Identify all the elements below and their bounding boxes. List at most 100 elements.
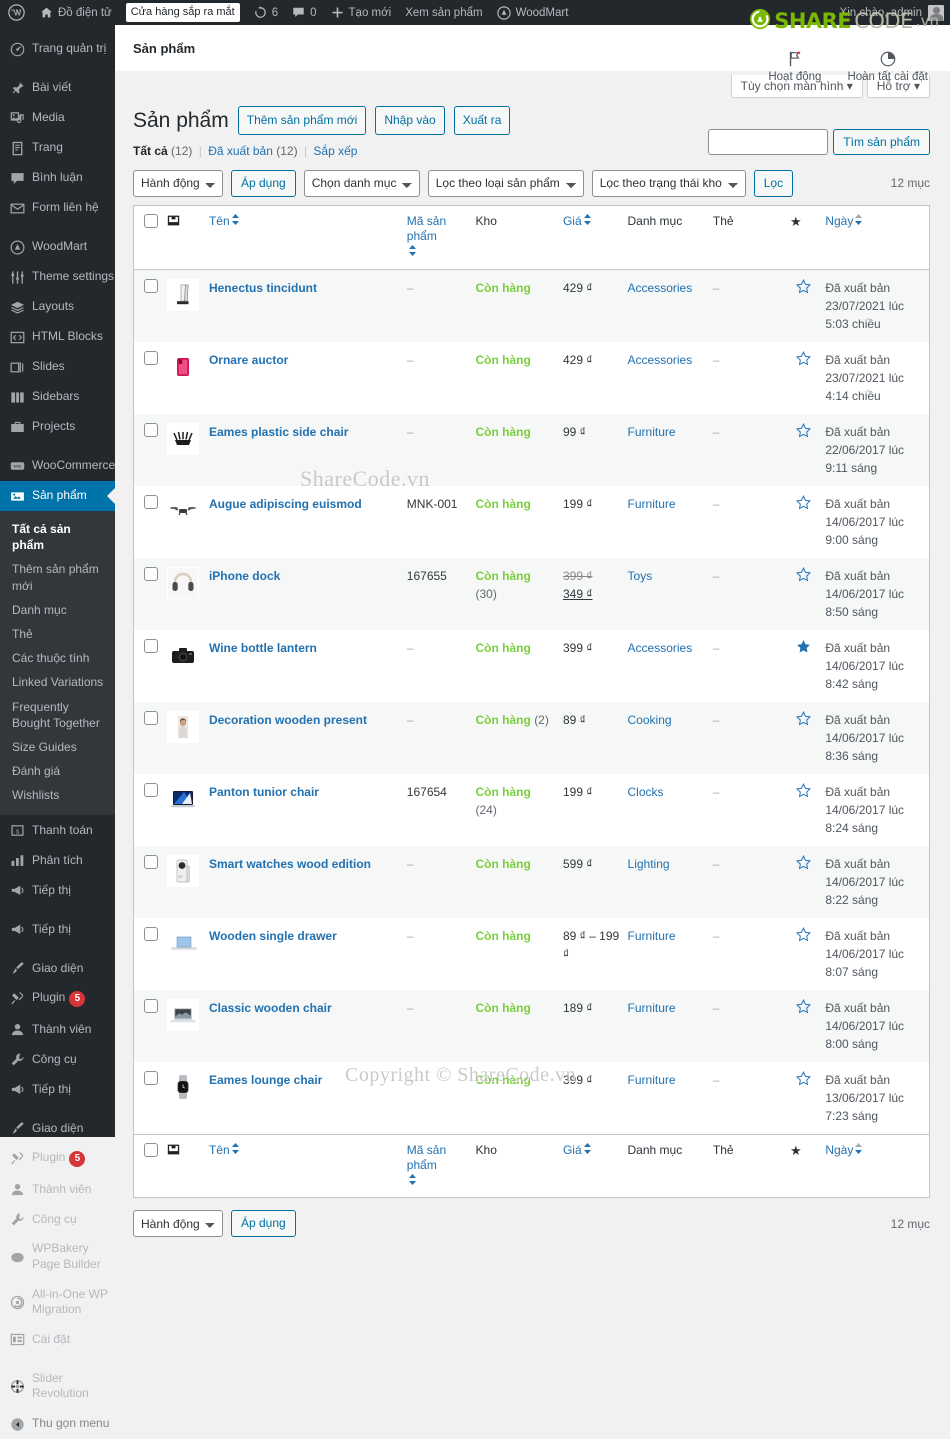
sidebar-item-woodmart[interactable]: WoodMart — [0, 232, 115, 262]
sidebar-item-all-in-one-wp-migration[interactable]: All-in-One WP Migration — [0, 1280, 115, 1325]
submenu-item-wishlists[interactable]: Wishlists — [0, 783, 115, 807]
featured-star-icon[interactable] — [796, 494, 812, 513]
date-header[interactable]: Ngày — [825, 205, 930, 270]
coming-soon-badge[interactable]: Cửa hàng sắp ra mắt — [119, 0, 247, 25]
submenu-item-add-new[interactable]: Thêm sản phẩm mới — [0, 557, 115, 597]
sidebar-item-posts[interactable]: Bài viết — [0, 73, 115, 103]
sidebar-item-marketing-2[interactable]: Tiếp thị — [0, 914, 115, 944]
product-name-link[interactable]: Eames plastic side chair — [209, 425, 348, 439]
sku-header[interactable]: Mã sản phẩm — [406, 205, 476, 270]
product-name-link[interactable]: Ornare auctor — [209, 353, 288, 367]
sidebar-item-appearance-2[interactable]: Giao diện — [0, 1113, 115, 1143]
sidebar-item-products[interactable]: Sản phẩm — [0, 481, 115, 511]
sidebar-item-plugins-1[interactable]: Plugin 5 — [0, 983, 115, 1014]
sidebar-item-media[interactable]: Media — [0, 103, 115, 133]
apply-bulk-action-bottom[interactable]: Áp dụng — [231, 1210, 296, 1238]
sidebar-item-layouts[interactable]: Layouts — [0, 292, 115, 322]
sidebar-item-tools-1[interactable]: Công cụ — [0, 1044, 115, 1074]
submenu-item-linked-variations[interactable]: Linked Variations — [0, 670, 115, 694]
category-link[interactable]: Accessories — [628, 641, 693, 655]
product-name-link[interactable]: Henectus tincidunt — [209, 281, 317, 295]
price-header[interactable]: Giá — [562, 205, 628, 270]
featured-star-icon-active[interactable] — [796, 639, 811, 657]
wp-logo-button[interactable] — [0, 0, 33, 25]
row-checkbox[interactable] — [144, 998, 158, 1013]
row-checkbox[interactable] — [144, 782, 158, 797]
row-checkbox[interactable] — [144, 710, 158, 725]
price-footer[interactable]: Giá — [562, 1134, 628, 1198]
import-button[interactable]: Nhập vào — [375, 106, 445, 135]
product-name-link[interactable]: Wooden single drawer — [209, 929, 337, 943]
sidebar-item-plugins-2[interactable]: Plugin 5 — [0, 1143, 115, 1174]
row-checkbox[interactable] — [144, 350, 158, 365]
featured-star-icon[interactable] — [796, 350, 812, 369]
category-link[interactable]: Accessories — [628, 353, 693, 367]
woodmart-menu[interactable]: WoodMart — [490, 0, 576, 25]
sidebar-item-comments[interactable]: Bình luận — [0, 163, 115, 193]
sidebar-item-tools-2[interactable]: Công cụ — [0, 1204, 115, 1234]
select-all-checkbox-top[interactable] — [144, 213, 158, 228]
sidebar-item-marketing-1[interactable]: Tiếp thị — [0, 875, 115, 905]
product-name-link[interactable]: Eames lounge chair — [209, 1073, 322, 1087]
name-footer[interactable]: Tên — [208, 1134, 407, 1198]
row-checkbox[interactable] — [144, 566, 158, 581]
product-name-link[interactable]: iPhone dock — [209, 569, 280, 583]
select-all-checkbox-bottom[interactable] — [144, 1142, 158, 1157]
view-products-link[interactable]: Xem sản phẩm — [398, 0, 489, 25]
submenu-item-size-guides[interactable]: Size Guides — [0, 735, 115, 759]
site-name-menu[interactable]: Đồ điện tử — [33, 0, 119, 25]
row-checkbox[interactable] — [144, 422, 158, 437]
sidebar-item-woocommerce[interactable]: woo WooCommerce — [0, 451, 115, 481]
product-name-link[interactable]: Wine bottle lantern — [209, 641, 317, 655]
category-link[interactable]: Furniture — [628, 425, 676, 439]
sku-footer[interactable]: Mã sản phẩm — [406, 1134, 476, 1198]
filter-button[interactable]: Lọc — [753, 169, 794, 197]
apply-bulk-action-top[interactable]: Áp dụng — [231, 169, 296, 197]
finish-setup-button[interactable]: Hoàn tất cài đặt — [847, 50, 928, 83]
category-link[interactable]: Furniture — [628, 497, 676, 511]
sidebar-item-projects[interactable]: Projects — [0, 412, 115, 442]
category-link[interactable]: Furniture — [628, 929, 676, 943]
view-all[interactable]: Tất cả — [133, 144, 168, 158]
sidebar-item-analytics[interactable]: Phân tích — [0, 845, 115, 875]
submenu-item-frequently-bought-together[interactable]: Frequently Bought Together — [0, 695, 115, 735]
row-checkbox[interactable] — [144, 494, 158, 509]
sidebar-item-pages[interactable]: Trang — [0, 133, 115, 163]
sidebar-item-wpbakery[interactable]: WPBakery Page Builder — [0, 1234, 115, 1279]
category-link[interactable]: Accessories — [628, 281, 693, 295]
row-checkbox[interactable] — [144, 854, 158, 869]
sidebar-item-contact-form[interactable]: Form liên hệ — [0, 193, 115, 223]
featured-star-icon[interactable] — [796, 278, 812, 297]
sidebar-item-payments[interactable]: $ Thanh toán — [0, 815, 115, 845]
category-link[interactable]: Furniture — [628, 1073, 676, 1087]
category-filter-select[interactable]: Chọn danh mục — [303, 169, 420, 197]
sidebar-item-settings[interactable]: Cài đặt — [0, 1325, 115, 1355]
sidebar-item-sidebars[interactable]: Sidebars — [0, 382, 115, 412]
date-footer[interactable]: Ngày — [825, 1134, 930, 1198]
comments-menu[interactable]: 0 — [285, 0, 323, 25]
name-header[interactable]: Tên — [208, 205, 407, 270]
sidebar-item-users-2[interactable]: Thành viên — [0, 1174, 115, 1204]
submenu-item-attributes[interactable]: Các thuộc tính — [0, 646, 115, 670]
submenu-item-categories[interactable]: Danh mục — [0, 598, 115, 622]
product-name-link[interactable]: Smart watches wood edition — [209, 857, 371, 871]
sidebar-item-appearance-1[interactable]: Giao diện — [0, 953, 115, 983]
sidebar-item-html-blocks[interactable]: HTML Blocks — [0, 322, 115, 352]
submenu-item-reviews[interactable]: Đánh giá — [0, 759, 115, 783]
sidebar-item-theme-settings[interactable]: Theme settings — [0, 262, 115, 292]
row-checkbox[interactable] — [144, 1070, 158, 1085]
row-checkbox[interactable] — [144, 278, 158, 293]
collapse-menu-button[interactable]: Thu gọn menu — [0, 1409, 115, 1439]
new-content-menu[interactable]: Tạo mới — [324, 0, 399, 25]
featured-star-icon[interactable] — [796, 566, 812, 585]
category-link[interactable]: Toys — [628, 569, 653, 583]
sidebar-item-slider-revolution[interactable]: Slider Revolution — [0, 1364, 115, 1409]
add-new-product-button[interactable]: Thêm sản phẩm mới — [237, 106, 367, 135]
submenu-item-all-products[interactable]: Tất cả sản phẩm — [0, 517, 115, 557]
submenu-item-tags[interactable]: Thẻ — [0, 622, 115, 646]
sidebar-item-users-1[interactable]: Thành viên — [0, 1014, 115, 1044]
sidebar-item-dashboard[interactable]: Trang quản trị — [0, 34, 115, 64]
sidebar-item-marketing-3[interactable]: Tiếp thị — [0, 1074, 115, 1104]
bulk-action-select-bottom[interactable]: Hành động — [133, 1210, 223, 1238]
featured-star-icon[interactable] — [796, 998, 812, 1017]
